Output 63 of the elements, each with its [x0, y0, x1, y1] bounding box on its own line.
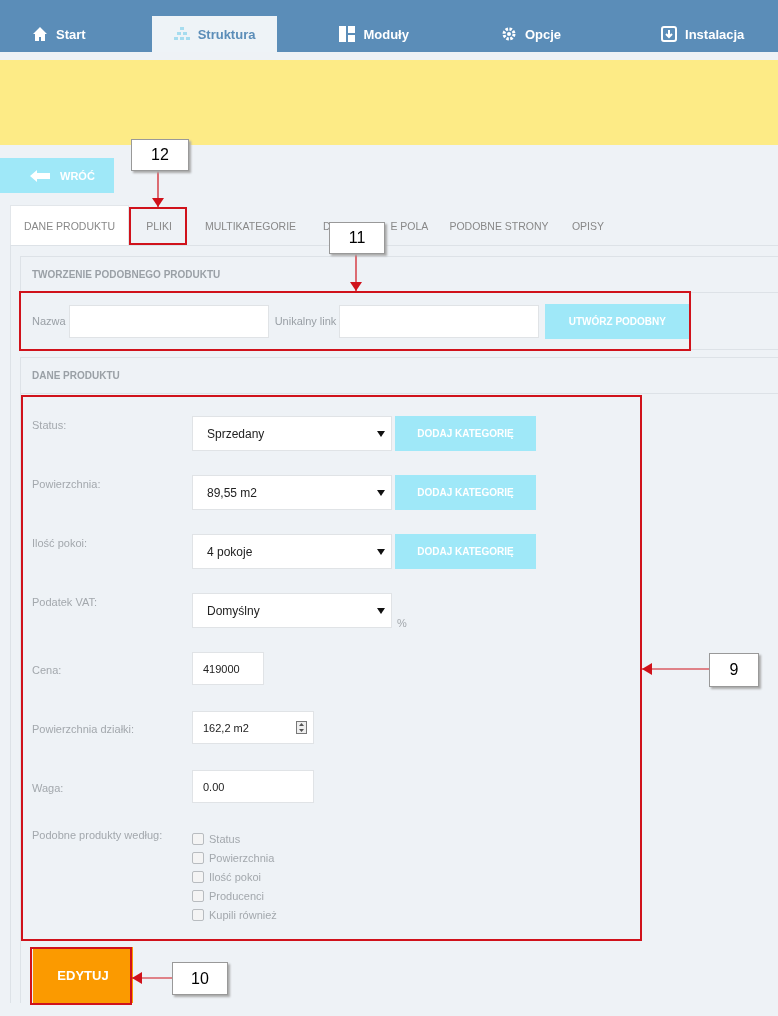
arrow-left-icon [30, 169, 50, 182]
callout-tooltip: 10 [172, 962, 228, 995]
number-field[interactable]: 162,2 m2 [192, 711, 314, 744]
tab[interactable]: OPISY [558, 205, 618, 245]
input-field[interactable] [339, 304, 540, 338]
field-label: Status: [32, 418, 68, 431]
unit-label: % [397, 616, 407, 629]
checkbox-label: Ilość pokoi [209, 871, 261, 883]
input-field[interactable] [68, 304, 269, 338]
callout-tooltip: 9 [709, 653, 759, 687]
field-label: Nazwa [32, 315, 66, 327]
callout-arrow [350, 252, 362, 291]
highlight-frame [129, 207, 187, 245]
callout-arrow [642, 663, 709, 675]
caret-icon [377, 548, 385, 555]
field-label: Ilość pokoi: [32, 536, 89, 549]
select-field[interactable]: Sprzedany [192, 416, 392, 451]
checkbox-label: Powierzchnia [209, 852, 275, 864]
input-field[interactable]: 419000 [192, 652, 264, 685]
checkbox[interactable] [192, 852, 204, 864]
checkbox[interactable] [192, 871, 204, 883]
checkbox[interactable] [192, 890, 204, 902]
panel-title: TWORZENIE PODOBNEGO PRODUKTU [32, 269, 221, 280]
field-label: Powierzchnia: [32, 477, 102, 490]
grid-icon [339, 26, 356, 42]
field-label: Powierzchnia działki: [32, 722, 136, 735]
nav-tab[interactable]: Start [10, 16, 108, 52]
field-label: Cena: [32, 663, 63, 676]
checkbox[interactable] [192, 833, 204, 845]
tab[interactable]: PODOBNE STRONY [440, 205, 558, 245]
home-icon [32, 26, 48, 42]
callout-tooltip: 12 [131, 139, 189, 171]
tab[interactable]: MULTIKATEGORIE [189, 205, 312, 245]
nav-tab[interactable]: Instalacja [639, 16, 767, 52]
checkbox-label: Kupili również [209, 909, 277, 921]
dots-icon [173, 27, 190, 41]
download-icon [661, 26, 678, 42]
panel-title: DANE PRODUKTU [32, 370, 120, 381]
spinner-icon[interactable] [296, 721, 307, 734]
select-field[interactable]: Domyślny [192, 593, 392, 628]
field-label: Podatek VAT: [32, 595, 99, 608]
edit-button[interactable]: EDYTUJ [33, 947, 133, 1003]
input-field[interactable]: 0.00 [192, 770, 314, 803]
checkbox-label: Status [209, 833, 241, 845]
field-label: Unikalny link [274, 315, 337, 327]
checkbox[interactable] [192, 909, 204, 921]
callout-tooltip: 11 [329, 222, 385, 254]
settings-icon [500, 26, 517, 42]
select-field[interactable]: 89,55 m2 [192, 475, 392, 510]
nav-tab[interactable]: Opcje [478, 16, 584, 52]
tab[interactable]: PLIKI [129, 205, 189, 245]
caret-icon [377, 430, 385, 437]
tab[interactable]: DANE PRODUKTU [10, 205, 129, 245]
caret-icon [377, 607, 385, 614]
callout-arrow [152, 169, 164, 207]
checkbox-label: Producenci [209, 890, 265, 902]
select-field[interactable]: 4 pokoje [192, 534, 392, 569]
caret-icon [377, 489, 385, 496]
nav-tab[interactable]: Struktura [151, 16, 278, 52]
nav-tab[interactable]: Moduły [317, 16, 431, 52]
field-label: Podobne produkty według: [32, 829, 164, 841]
callout-arrow [132, 972, 172, 984]
field-label: Waga: [32, 781, 65, 794]
